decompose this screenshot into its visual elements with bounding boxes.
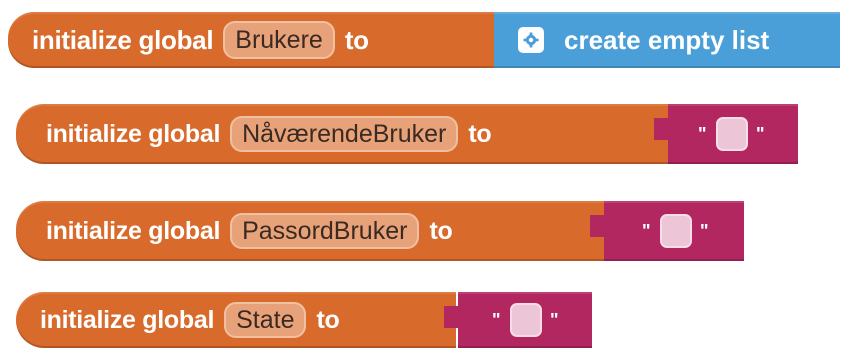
empty-text-block[interactable]: " " [444, 292, 592, 348]
initialize-global-label: initialize global [46, 119, 221, 148]
text-field[interactable] [510, 303, 542, 337]
initialize-global-block-state[interactable]: initialize global State to [16, 292, 456, 348]
text-field[interactable] [660, 214, 692, 248]
close-quote-icon: " [700, 221, 709, 241]
close-quote-icon: " [550, 310, 559, 330]
initialize-global-block-brukere[interactable]: initialize global Brukere to [8, 12, 508, 68]
initialize-global-block-navaerendebruker[interactable]: initialize global NåværendeBruker to [16, 104, 676, 164]
empty-text-block[interactable]: " " [590, 201, 744, 261]
create-empty-list-block[interactable]: create empty list [494, 12, 840, 68]
to-label: to [316, 305, 340, 334]
gear-icon[interactable] [518, 27, 544, 53]
variable-name-field[interactable]: PassordBruker [230, 213, 420, 249]
connector-tab [654, 118, 668, 140]
variable-name-field[interactable]: Brukere [223, 21, 335, 59]
close-quote-icon: " [756, 124, 765, 144]
create-empty-list-label: create empty list [564, 24, 770, 55]
open-quote-icon: " [642, 221, 651, 241]
to-label: to [468, 119, 492, 148]
variable-name-field[interactable]: NåværendeBruker [230, 116, 459, 152]
variable-name-field[interactable]: State [224, 302, 307, 338]
to-label: to [344, 24, 369, 55]
connector-tab [444, 306, 458, 328]
text-field[interactable] [716, 117, 748, 151]
open-quote-icon: " [698, 124, 707, 144]
to-label: to [429, 216, 453, 245]
open-quote-icon: " [492, 310, 501, 330]
empty-text-block[interactable]: " " [654, 104, 798, 164]
initialize-global-label: initialize global [46, 216, 221, 245]
connector-tab [590, 215, 604, 237]
initialize-global-label: initialize global [32, 24, 214, 55]
initialize-global-label: initialize global [40, 305, 215, 334]
initialize-global-block-passordbruker[interactable]: initialize global PassordBruker to [16, 201, 606, 261]
